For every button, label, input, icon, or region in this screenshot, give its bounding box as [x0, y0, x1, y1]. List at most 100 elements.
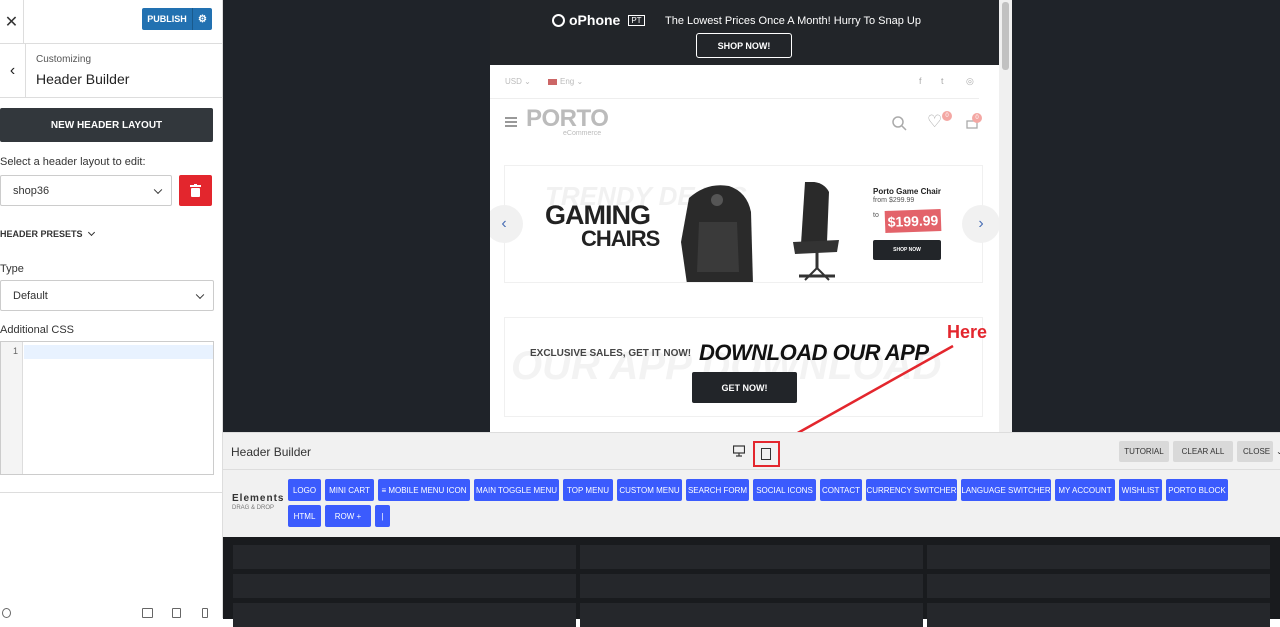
back-button[interactable]: ‹	[0, 44, 26, 98]
customizer-topbar: ✕ PUBLISH ⚙	[0, 0, 222, 44]
product-shop-button[interactable]: SHOP NOW	[873, 240, 941, 260]
header-presets-label: HEADER PRESETS	[0, 229, 83, 239]
grid-cell[interactable]	[580, 545, 923, 569]
element-my-account[interactable]: MY ACCOUNT	[1055, 479, 1115, 501]
page-title: Header Builder	[36, 71, 130, 87]
preview-scrollbar[interactable]	[999, 0, 1012, 432]
product-to: to	[873, 212, 879, 219]
grid-cell[interactable]	[580, 603, 923, 627]
collapse-icon[interactable]	[2, 608, 11, 618]
element-main-toggle-menu[interactable]: MAIN TOGGLE MENU	[474, 479, 559, 501]
header-presets-toggle[interactable]: HEADER PRESETS	[0, 228, 95, 239]
mobile-icon[interactable]	[202, 608, 208, 618]
close-customizer-button[interactable]: ✕	[0, 0, 24, 44]
element-row[interactable]: ROW +	[325, 505, 371, 527]
publish-label: PUBLISH	[147, 14, 187, 24]
element-html[interactable]: HTML	[288, 505, 321, 527]
grid-cell[interactable]	[233, 603, 576, 627]
chevron-down-icon: ⌄	[1276, 447, 1280, 456]
product-price: $199.99	[884, 209, 942, 233]
wishlist-count: 0	[942, 111, 952, 121]
tutorial-button[interactable]: TUTORIAL	[1119, 441, 1169, 462]
type-select[interactable]: Default	[0, 280, 214, 311]
additional-css-label: Additional CSS	[0, 324, 74, 336]
element-custom-menu[interactable]: CUSTOM MENU	[617, 479, 682, 501]
builder-grid	[223, 537, 1280, 627]
product-name: Porto Game Chair	[873, 187, 942, 196]
exclusive-text: EXCLUSIVE SALES, GET IT NOW!	[530, 348, 692, 359]
element-currency-switcher[interactable]: CURRENCY SWITCHER	[866, 479, 957, 501]
element-contact[interactable]: CONTACT	[820, 479, 862, 501]
site-logo[interactable]: PORTO	[526, 105, 609, 133]
css-editor[interactable]: 1	[0, 341, 214, 475]
cart-count: 0	[972, 113, 982, 123]
trash-icon	[190, 184, 201, 197]
language-switcher[interactable]: Eng ⌄	[548, 77, 583, 86]
layout-select[interactable]: shop36	[0, 175, 172, 206]
grid-cell[interactable]	[233, 574, 576, 598]
element-social-icons[interactable]: SOCIAL ICONS	[753, 479, 816, 501]
language-label: Eng	[560, 77, 575, 86]
publish-button[interactable]: PUBLISH ⚙	[142, 8, 212, 30]
currency-switcher[interactable]: USD ⌄	[505, 77, 531, 86]
element-wishlist[interactable]: WISHLIST	[1119, 479, 1162, 501]
desktop-icon[interactable]	[733, 445, 745, 457]
grid-cell[interactable]	[927, 603, 1270, 627]
twitter-icon[interactable]: t	[941, 76, 944, 86]
close-label: CLOSE	[1243, 447, 1271, 456]
element-mini-cart[interactable]: MINI CART	[325, 479, 374, 501]
annotation-arrow	[786, 344, 954, 441]
ophone-logo: oPhone PT	[552, 12, 645, 28]
slide-next-button[interactable]: ›	[962, 205, 1000, 243]
flag-icon	[548, 78, 557, 85]
divider	[223, 469, 1280, 470]
customizer-panel: ✕ PUBLISH ⚙ ‹ Customizing Header Builder…	[0, 0, 223, 618]
wishlist-icon[interactable]: ♡	[927, 112, 942, 132]
layout-select-value: shop36	[13, 184, 50, 197]
tablet-view-button[interactable]	[753, 441, 780, 467]
divider	[0, 492, 223, 493]
brand-tag: PT	[628, 14, 645, 26]
grid-cell[interactable]	[927, 545, 1270, 569]
delete-layout-button[interactable]	[179, 175, 212, 206]
tablet-icon[interactable]	[172, 608, 181, 618]
element-search-form[interactable]: SEARCH FORM	[686, 479, 749, 501]
close-builder-button[interactable]: CLOSE ⌄	[1237, 441, 1280, 462]
hero-slide: TRENDY DEALS GAMING CHAIRS Porto Game Ch…	[504, 165, 983, 283]
chair-image	[681, 182, 839, 282]
element-porto-block[interactable]: PORTO BLOCK	[1166, 479, 1228, 501]
chevron-down-icon	[87, 228, 95, 237]
css-active-line[interactable]	[24, 345, 213, 359]
element-divider[interactable]: |	[375, 505, 390, 527]
new-header-layout-button[interactable]: NEW HEADER LAYOUT	[0, 108, 213, 142]
element-top-menu[interactable]: TOP MENU	[563, 479, 613, 501]
clear-all-button[interactable]: CLEAR ALL	[1173, 441, 1233, 462]
line-number: 1	[1, 342, 23, 474]
shop-now-button[interactable]: SHOP NOW!	[696, 33, 792, 58]
select-layout-label: Select a header layout to edit:	[0, 156, 146, 168]
scrollbar-thumb[interactable]	[1002, 2, 1009, 70]
grid-cell[interactable]	[580, 574, 923, 598]
logo-tagline: eCommerce	[563, 130, 602, 137]
type-select-value: Default	[13, 289, 48, 302]
elements-title: Elements	[232, 493, 285, 504]
brand-name: oPhone	[569, 12, 621, 28]
instagram-icon[interactable]: ◎	[966, 76, 974, 87]
breadcrumb: ‹ Customizing Header Builder	[0, 44, 222, 98]
grid-cell[interactable]	[927, 574, 1270, 598]
device-preview-bar	[0, 606, 223, 618]
element-mobile-menu-icon[interactable]: ≡ MOBILE MENU ICON	[378, 479, 470, 501]
element-language-switcher[interactable]: LANGUAGE SWITCHER	[961, 479, 1051, 501]
site-preview: oPhone PT The Lowest Prices Once A Month…	[223, 0, 1280, 432]
grid-cell[interactable]	[233, 545, 576, 569]
tablet-icon	[761, 448, 771, 460]
search-icon[interactable]	[892, 116, 907, 134]
menu-icon[interactable]	[505, 117, 517, 127]
desktop-icon[interactable]	[142, 608, 153, 618]
elements-subtitle: DRAG & DROP	[232, 505, 275, 511]
currency-label: USD	[505, 77, 522, 86]
element-logo[interactable]: LOGO	[288, 479, 321, 501]
gear-icon[interactable]: ⚙	[192, 8, 212, 30]
facebook-icon[interactable]: f	[919, 76, 922, 86]
product-old-price: from $299.99	[873, 197, 915, 204]
